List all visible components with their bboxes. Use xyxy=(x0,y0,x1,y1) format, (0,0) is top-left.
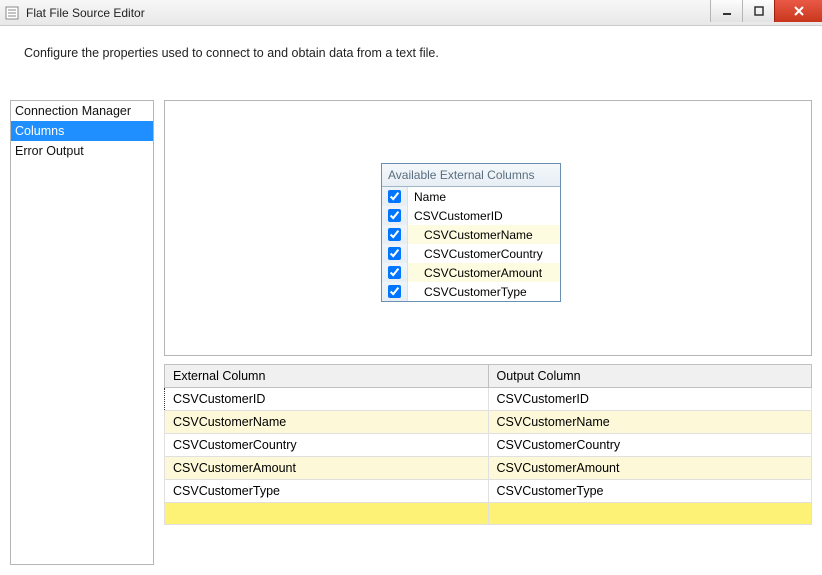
sidebar-item-columns[interactable]: Columns xyxy=(11,121,153,141)
output-column-cell[interactable]: CSVCustomerCountry xyxy=(488,434,812,457)
available-column-label: CSVCustomerName xyxy=(408,228,560,242)
title-left: Flat File Source Editor xyxy=(4,5,145,21)
column-mapping-panel: External Column Output Column CSVCustome… xyxy=(164,364,812,525)
page-description: Configure the properties used to connect… xyxy=(0,26,822,100)
output-column-cell[interactable]: CSVCustomerAmount xyxy=(488,457,812,480)
available-column-label: CSVCustomerType xyxy=(408,285,560,299)
editor-body: Connection ManagerColumnsError Output Av… xyxy=(0,100,822,575)
available-column-checkbox[interactable] xyxy=(382,206,408,225)
checkbox-input[interactable] xyxy=(388,247,401,260)
available-column-checkbox[interactable] xyxy=(382,282,408,301)
output-column-cell[interactable]: CSVCustomerID xyxy=(488,388,812,411)
grid-header-output[interactable]: Output Column xyxy=(488,365,812,388)
available-column-checkbox[interactable] xyxy=(382,244,408,263)
external-column-cell[interactable]: CSVCustomerAmount xyxy=(165,457,489,480)
available-column-checkbox[interactable] xyxy=(382,187,408,206)
external-column-cell[interactable]: CSVCustomerCountry xyxy=(165,434,489,457)
available-column-label: CSVCustomerCountry xyxy=(408,247,560,261)
window-title: Flat File Source Editor xyxy=(26,6,145,20)
external-column-cell[interactable]: CSVCustomerID xyxy=(165,388,489,411)
output-column-cell[interactable]: CSVCustomerName xyxy=(488,411,812,434)
checkbox-input[interactable] xyxy=(388,228,401,241)
columns-upper-panel: Available External Columns Name CSVCustom… xyxy=(164,100,812,356)
table-row-empty[interactable] xyxy=(165,503,812,525)
available-column-label: Name xyxy=(408,190,560,204)
output-column-cell[interactable]: CSVCustomerType xyxy=(488,480,812,503)
available-column-row[interactable]: CSVCustomerName xyxy=(382,225,560,244)
maximize-button[interactable] xyxy=(742,0,774,22)
table-row[interactable]: CSVCustomerIDCSVCustomerID xyxy=(165,388,812,411)
checkbox-input[interactable] xyxy=(388,285,401,298)
available-column-row[interactable]: CSVCustomerCountry xyxy=(382,244,560,263)
available-column-label: CSVCustomerAmount xyxy=(408,266,560,280)
external-column-cell[interactable]: CSVCustomerName xyxy=(165,411,489,434)
available-column-checkbox[interactable] xyxy=(382,225,408,244)
checkbox-input[interactable] xyxy=(388,209,401,222)
external-column-cell[interactable]: CSVCustomerType xyxy=(165,480,489,503)
table-row[interactable]: CSVCustomerTypeCSVCustomerType xyxy=(165,480,812,503)
table-row[interactable]: CSVCustomerAmountCSVCustomerAmount xyxy=(165,457,812,480)
checkbox-input[interactable] xyxy=(388,190,401,203)
window-controls xyxy=(710,0,822,25)
available-columns-header: Available External Columns xyxy=(382,164,560,187)
table-row[interactable]: CSVCustomerNameCSVCustomerName xyxy=(165,411,812,434)
sidebar-item-connection-manager[interactable]: Connection Manager xyxy=(11,101,153,121)
available-column-row[interactable]: Name xyxy=(382,187,560,206)
available-column-checkbox[interactable] xyxy=(382,263,408,282)
external-column-cell[interactable] xyxy=(165,503,489,525)
available-column-row[interactable]: CSVCustomerID xyxy=(382,206,560,225)
window: Flat File Source Editor Configure the pr… xyxy=(0,0,822,575)
table-row[interactable]: CSVCustomerCountryCSVCustomerCountry xyxy=(165,434,812,457)
available-column-label: CSVCustomerID xyxy=(408,209,560,223)
available-columns-box: Available External Columns Name CSVCustom… xyxy=(381,163,561,302)
app-icon xyxy=(4,5,20,21)
minimize-button[interactable] xyxy=(710,0,742,22)
close-button[interactable] xyxy=(774,0,822,22)
titlebar: Flat File Source Editor xyxy=(0,0,822,26)
column-mapping-grid: External Column Output Column CSVCustome… xyxy=(164,364,812,525)
grid-header-external[interactable]: External Column xyxy=(165,365,489,388)
sidebar-item-error-output[interactable]: Error Output xyxy=(11,141,153,161)
available-column-row[interactable]: CSVCustomerType xyxy=(382,282,560,301)
main-panel: Available External Columns Name CSVCustom… xyxy=(164,100,812,565)
category-sidebar: Connection ManagerColumnsError Output xyxy=(10,100,154,565)
checkbox-input[interactable] xyxy=(388,266,401,279)
output-column-cell[interactable] xyxy=(488,503,812,525)
available-column-row[interactable]: CSVCustomerAmount xyxy=(382,263,560,282)
